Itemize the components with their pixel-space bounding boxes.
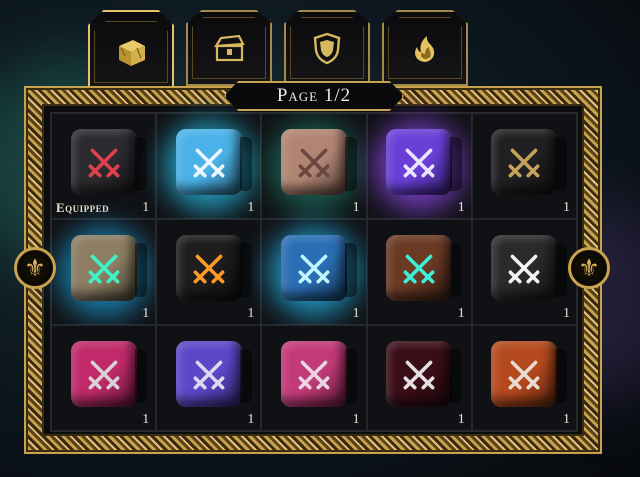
dice-count: 1 xyxy=(352,412,360,427)
dice-item xyxy=(70,129,147,195)
crossed-swords-icon xyxy=(88,254,120,284)
dice-slot[interactable]: 1 xyxy=(156,219,262,325)
dice-count: 1 xyxy=(457,306,465,321)
dice-slot[interactable]: 1 xyxy=(156,113,262,219)
crossed-swords-icon xyxy=(403,148,435,178)
dice-item xyxy=(386,235,463,301)
dice-slot[interactable]: 1 xyxy=(471,219,577,325)
dice-count: 1 xyxy=(352,200,360,215)
dice-item xyxy=(175,235,252,301)
tab-dice[interactable] xyxy=(88,10,174,94)
tab-effects[interactable] xyxy=(382,10,468,86)
fleur-de-lis-icon: ⚜ xyxy=(578,255,600,282)
dice-item xyxy=(70,341,147,407)
dice-count: 1 xyxy=(247,306,255,321)
crossed-swords-icon xyxy=(88,360,120,390)
dice-slot[interactable]: 1 xyxy=(51,219,157,325)
dice-count: 1 xyxy=(142,200,150,215)
dice-count: 1 xyxy=(142,412,150,427)
dice-item xyxy=(491,235,568,301)
dice-item xyxy=(175,341,252,407)
equipped-label: Equipped xyxy=(56,200,110,215)
flame-icon xyxy=(415,36,435,62)
chest-icon xyxy=(213,34,245,62)
dice-slot[interactable]: 1 Equipped xyxy=(51,113,157,219)
dice-item xyxy=(280,341,357,407)
dice-item xyxy=(386,341,463,407)
page-indicator: Page 1/2 xyxy=(224,81,404,111)
dice-slot[interactable]: 1 xyxy=(261,325,367,431)
prev-page-button[interactable]: ⚜ xyxy=(14,247,56,289)
dice-count: 1 xyxy=(142,306,150,321)
dice-slot[interactable]: 1 xyxy=(51,325,157,431)
dice-grid: 1 Equipped 1 1 1 1 1 1 1 1 1 1 1 1 1 1 xyxy=(50,112,578,432)
dice-slot[interactable]: 1 xyxy=(471,113,577,219)
tab-shields[interactable] xyxy=(284,10,370,86)
crossed-swords-icon xyxy=(508,360,540,390)
dice-item xyxy=(280,235,357,301)
crossed-swords-icon xyxy=(508,254,540,284)
crossed-swords-icon xyxy=(298,148,330,178)
dice-item xyxy=(70,235,147,301)
dice-count: 1 xyxy=(247,412,255,427)
dice-slot[interactable]: 1 xyxy=(366,113,472,219)
crossed-swords-icon xyxy=(403,360,435,390)
dice-count: 1 xyxy=(562,200,570,215)
crossed-swords-icon xyxy=(298,254,330,284)
next-page-button[interactable]: ⚜ xyxy=(568,247,610,289)
crossed-swords-icon xyxy=(403,254,435,284)
dice-count: 1 xyxy=(457,200,465,215)
crossed-swords-icon xyxy=(298,360,330,390)
crossed-swords-icon xyxy=(88,148,120,178)
dice-count: 1 xyxy=(247,200,255,215)
dice-count: 1 xyxy=(562,306,570,321)
crossed-swords-icon xyxy=(193,360,225,390)
dice-item xyxy=(491,129,568,195)
dice-count: 1 xyxy=(457,412,465,427)
dice-slot[interactable]: 1 xyxy=(366,219,472,325)
dice-item xyxy=(280,129,357,195)
fleur-de-lis-icon: ⚜ xyxy=(24,255,46,282)
dice-slot[interactable]: 1 xyxy=(261,219,367,325)
dice-slot[interactable]: 1 xyxy=(261,113,367,219)
dice-slot[interactable]: 1 xyxy=(366,325,472,431)
dice-slot[interactable]: 1 xyxy=(156,325,262,431)
crossed-swords-icon xyxy=(193,254,225,284)
dice-item xyxy=(491,341,568,407)
shield-icon xyxy=(313,32,341,65)
dice-item xyxy=(386,129,463,195)
dice-slot[interactable]: 1 xyxy=(471,325,577,431)
crossed-swords-icon xyxy=(508,148,540,178)
tab-chests[interactable] xyxy=(186,10,272,86)
cube-icon xyxy=(119,40,145,66)
dice-item xyxy=(175,129,252,195)
dice-count: 1 xyxy=(352,306,360,321)
crossed-swords-icon xyxy=(193,148,225,178)
dice-count: 1 xyxy=(562,412,570,427)
